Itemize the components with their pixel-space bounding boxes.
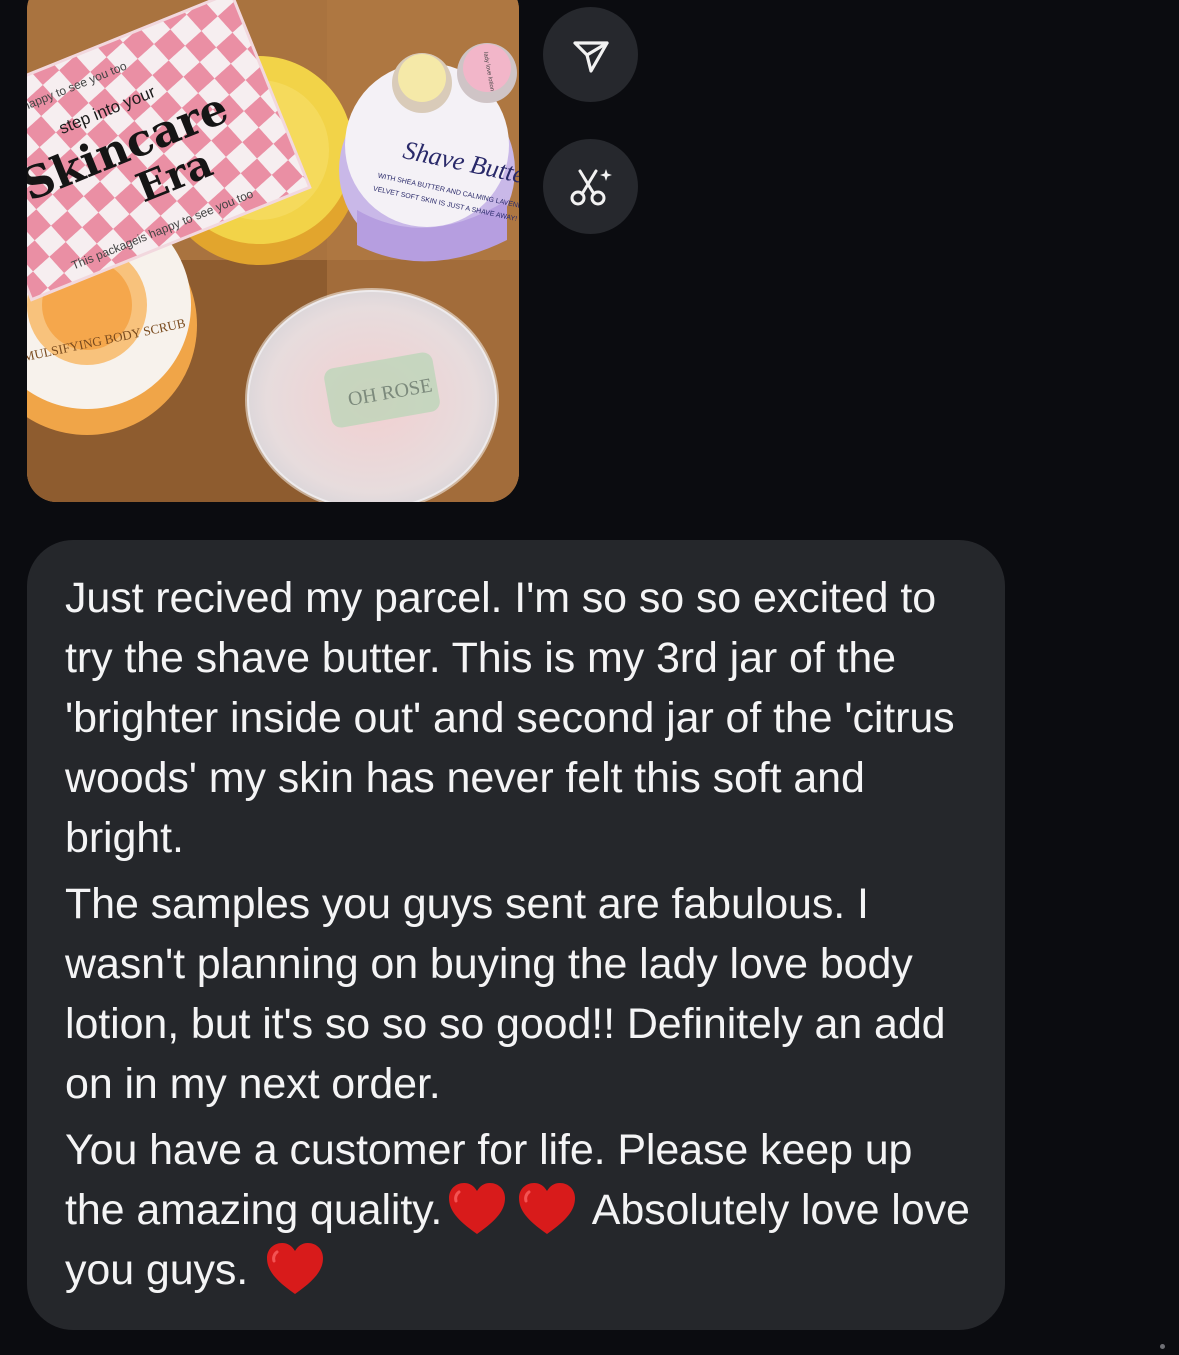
chat-screen: Shave Butter WITH SHEA BUTTER AND CALMIN… bbox=[0, 0, 1179, 1355]
message-paragraph-3: You have a customer for life. Please kee… bbox=[65, 1120, 975, 1300]
red-heart-icon bbox=[447, 1182, 507, 1238]
share-button[interactable] bbox=[543, 7, 638, 102]
message-paragraph-1: Just recived my parcel. I'm so so so exc… bbox=[65, 574, 967, 862]
red-heart-icon bbox=[265, 1242, 325, 1298]
scroll-indicator bbox=[1160, 1344, 1165, 1349]
scissors-sparkle-icon bbox=[570, 168, 612, 205]
parcel-photo: Shave Butter WITH SHEA BUTTER AND CALMIN… bbox=[27, 0, 519, 502]
photo-message[interactable]: Shave Butter WITH SHEA BUTTER AND CALMIN… bbox=[27, 0, 519, 502]
message-paragraph-2: The samples you guys sent are fabulous. … bbox=[65, 880, 958, 1108]
message-bubble[interactable]: Just recived my parcel. I'm so so so exc… bbox=[27, 540, 1005, 1330]
red-heart-icon bbox=[517, 1182, 577, 1238]
cutout-button[interactable] bbox=[543, 139, 638, 234]
send-icon bbox=[572, 40, 609, 73]
